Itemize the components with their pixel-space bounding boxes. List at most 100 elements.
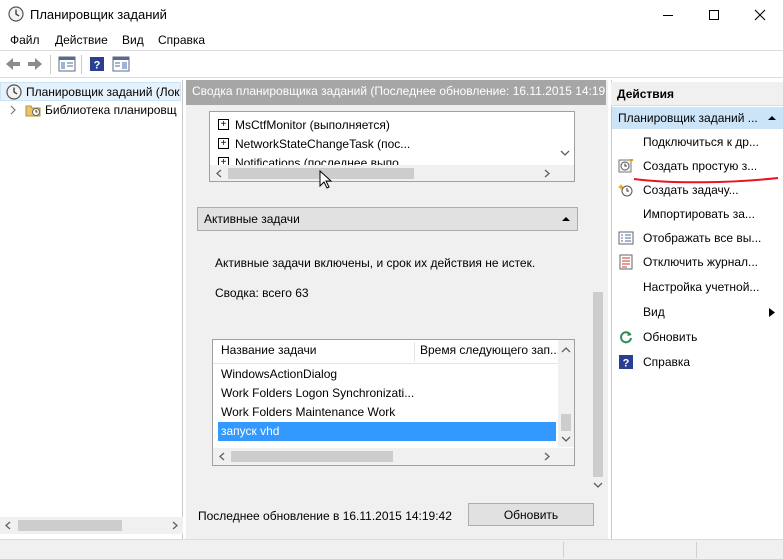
scroll-down-icon[interactable] (561, 435, 571, 443)
list-item-label: NetworkStateChangeTask (пос... (235, 136, 411, 151)
table-row[interactable]: Work Folders Logon Synchronizati... (218, 384, 556, 403)
action-help[interactable]: ? Справка (612, 350, 783, 374)
toolbar-separator (50, 55, 51, 74)
scrollbar-thumb[interactable] (593, 292, 603, 477)
minimize-button[interactable] (645, 0, 691, 30)
expand-icon[interactable]: + (218, 119, 229, 130)
scroll-up-icon[interactable] (561, 346, 571, 354)
clock-new-icon (618, 182, 634, 198)
action-pane-icon[interactable] (112, 56, 130, 72)
log-icon (618, 254, 634, 270)
scroll-left-icon[interactable] (218, 452, 226, 461)
active-tasks-description: Активные задачи включены, и срок их дейс… (215, 256, 536, 270)
horizontal-scrollbar[interactable] (0, 517, 183, 534)
table-header: Название задачи Время следующего зап... (213, 340, 560, 364)
tree-item-label: Библиотека планировщ (45, 103, 177, 117)
collapse-icon[interactable] (768, 115, 776, 121)
clock-icon (8, 6, 24, 22)
action-import-task[interactable]: Импортировать за... (612, 202, 783, 226)
last-update-text: Последнее обновление в 16.11.2015 14:19:… (198, 509, 452, 523)
horizontal-scrollbar[interactable] (213, 448, 574, 465)
table-row[interactable]: WindowsActionDialog (218, 365, 556, 384)
list-item[interactable]: + MsCtfMonitor (выполняется) (218, 115, 390, 134)
toolbar: ? (0, 51, 783, 78)
action-display-all-running[interactable]: Отображать все вы... (612, 226, 783, 250)
menu-file[interactable]: Файл (10, 33, 40, 47)
scroll-left-icon[interactable] (215, 169, 223, 178)
tree-item-library[interactable]: Библиотека планировщ (0, 101, 181, 120)
action-connect[interactable]: Подключиться к др... (612, 130, 783, 154)
submenu-arrow-icon (769, 308, 775, 317)
summary-vertical-scrollbar[interactable] (590, 110, 606, 493)
action-label: Создать простую з... (643, 159, 758, 173)
actions-title: Действия (611, 82, 783, 106)
task-name-cell: запуск vhd (221, 424, 280, 438)
scrollbar-thumb[interactable] (231, 451, 393, 462)
table-row[interactable]: Work Folders Maintenance Work (218, 403, 556, 422)
status-bar (0, 539, 783, 559)
action-account-config[interactable]: Настройка учетной... (612, 275, 783, 299)
help-icon[interactable]: ? (89, 56, 105, 72)
list-item-label: MsCtfMonitor (выполняется) (235, 117, 390, 132)
menu-view[interactable]: Вид (122, 33, 144, 47)
expand-icon[interactable]: + (218, 138, 229, 149)
actions-group-header[interactable]: Планировщик заданий ... (612, 107, 783, 129)
refresh-icon (618, 329, 634, 345)
status-divider (696, 542, 697, 558)
clock-wand-icon (618, 158, 634, 174)
scrollbar-thumb[interactable] (561, 414, 571, 431)
vertical-scrollbar[interactable] (558, 340, 574, 447)
window-title: Планировщик заданий (30, 7, 167, 22)
scrollbar-thumb[interactable] (18, 520, 122, 531)
actions-group-label: Планировщик заданий ... (618, 111, 758, 125)
action-label: Настройка учетной... (643, 280, 760, 294)
scroll-down-icon[interactable] (560, 149, 570, 157)
toolbar-separator (81, 55, 82, 74)
task-name-cell: Work Folders Logon Synchronizati... (221, 386, 415, 400)
title-bar: Планировщик заданий (0, 0, 783, 30)
task-status-list[interactable]: + MsCtfMonitor (выполняется) + NetworkSt… (209, 111, 575, 182)
menu-action[interactable]: Действие (55, 33, 108, 47)
svg-text:?: ? (623, 358, 630, 370)
console-tree-icon[interactable] (58, 56, 76, 72)
list-icon (618, 230, 634, 246)
action-label: Отключить журнал... (643, 255, 758, 269)
scroll-down-icon[interactable] (593, 481, 603, 489)
tree-item-label: Планировщик заданий (Лок (26, 85, 180, 99)
chevron-right-icon[interactable] (9, 104, 17, 116)
column-divider[interactable] (414, 342, 415, 362)
maximize-button[interactable] (691, 0, 737, 30)
list-item[interactable]: + NetworkStateChangeTask (пос... (218, 134, 410, 153)
action-label: Вид (643, 305, 665, 319)
back-icon[interactable] (4, 56, 22, 72)
help-icon: ? (618, 354, 634, 370)
console-tree: Планировщик заданий (Лок Библиотека план… (0, 80, 183, 539)
active-tasks-table[interactable]: Название задачи Время следующего зап... … (212, 339, 575, 466)
menu-help[interactable]: Справка (158, 33, 205, 47)
refresh-button[interactable]: Обновить (468, 503, 594, 526)
action-label: Подключиться к др... (643, 135, 759, 149)
scroll-left-icon[interactable] (4, 521, 12, 530)
close-button[interactable] (737, 0, 783, 30)
status-divider (563, 542, 564, 558)
action-refresh[interactable]: Обновить (612, 325, 783, 349)
table-row-selected[interactable]: запуск vhd (218, 422, 556, 441)
summary-header: Сводка планировщика заданий (Последнее о… (186, 80, 606, 105)
scroll-right-icon[interactable] (543, 169, 551, 178)
active-tasks-header[interactable]: Активные задачи (197, 207, 578, 231)
action-view[interactable]: Вид (612, 300, 783, 324)
horizontal-scrollbar[interactable] (210, 165, 574, 181)
scroll-right-icon[interactable] (543, 452, 551, 461)
scroll-right-icon[interactable] (171, 521, 179, 530)
action-create-task[interactable]: Создать задачу... (612, 178, 783, 202)
column-header-next-run[interactable]: Время следующего зап... (420, 343, 560, 357)
collapse-icon[interactable] (562, 216, 570, 222)
forward-icon[interactable] (26, 56, 44, 72)
column-header-task-name[interactable]: Название задачи (221, 343, 317, 357)
active-tasks-summary: Сводка: всего 63 (215, 286, 309, 300)
svg-text:?: ? (94, 60, 101, 72)
tree-item-scheduler-root[interactable]: Планировщик заданий (Лок (0, 82, 181, 101)
action-label: Справка (643, 355, 691, 369)
mouse-cursor-icon (319, 170, 333, 190)
action-disable-history[interactable]: Отключить журнал... (612, 250, 783, 274)
